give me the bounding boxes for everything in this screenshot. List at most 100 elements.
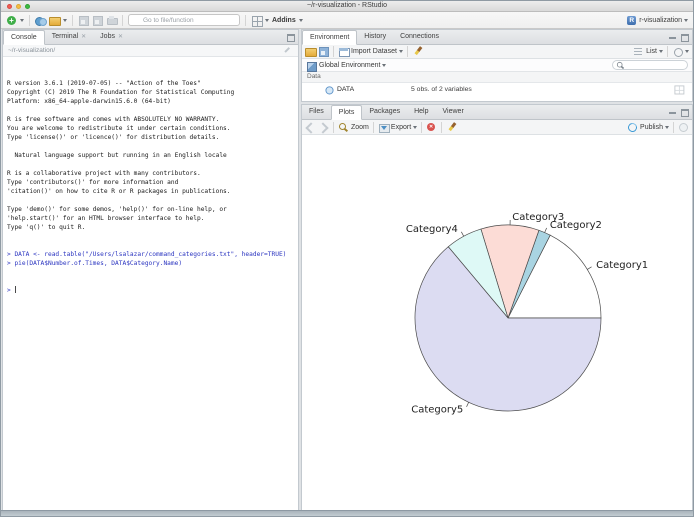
zoom-button[interactable]: Zoom bbox=[351, 124, 369, 131]
tab-packages[interactable]: Packages bbox=[362, 105, 407, 119]
close-icon[interactable]: ✕ bbox=[118, 30, 123, 44]
clear-plots-broom-icon[interactable] bbox=[446, 122, 457, 133]
console-command: > pie(DATA$Number.of.Times, DATA$Categor… bbox=[7, 260, 183, 267]
data-object-icon bbox=[325, 84, 335, 94]
pie-slice-label: Category5 bbox=[411, 405, 463, 416]
publish-dropdown[interactable] bbox=[665, 125, 669, 129]
export-button[interactable]: Export bbox=[391, 124, 411, 131]
object-summary: 5 obs. of 2 variables bbox=[411, 85, 472, 93]
pie-label-tick bbox=[587, 266, 592, 270]
pie-slice-label: Category1 bbox=[596, 260, 648, 271]
print-icon bbox=[106, 15, 118, 26]
save-icon bbox=[78, 15, 89, 26]
tab-environment[interactable]: Environment bbox=[302, 30, 358, 45]
tab-jobs[interactable]: Jobs ✕ bbox=[93, 30, 130, 44]
close-icon[interactable]: ✕ bbox=[81, 30, 86, 44]
console-options-icon[interactable] bbox=[282, 45, 293, 56]
environment-tabstrip: Environment History Connections bbox=[302, 30, 692, 45]
tab-connections[interactable]: Connections bbox=[393, 30, 446, 44]
load-workspace-icon[interactable] bbox=[305, 46, 317, 57]
grid-view-icon[interactable] bbox=[674, 85, 685, 95]
refresh-icon[interactable] bbox=[672, 46, 683, 57]
tab-history[interactable]: History bbox=[357, 30, 393, 44]
cube-icon bbox=[306, 60, 317, 72]
environment-panel: Environment History Connections Import D… bbox=[301, 29, 693, 102]
addins-button[interactable]: Addins bbox=[272, 17, 296, 24]
tab-files[interactable]: Files bbox=[302, 105, 331, 119]
new-project-icon[interactable] bbox=[35, 15, 47, 26]
pie-label-tick bbox=[461, 231, 465, 237]
pie-slice-label: Category3 bbox=[512, 212, 564, 223]
plot-area: Category1 Category2 Category3 Category4 Cate… bbox=[302, 135, 692, 510]
window-bottom-edge bbox=[1, 510, 693, 516]
save-all-icon bbox=[92, 15, 103, 26]
environment-search-input[interactable] bbox=[612, 60, 688, 70]
remove-plot-icon[interactable] bbox=[426, 122, 437, 133]
open-file-icon[interactable] bbox=[49, 15, 61, 26]
environment-scope-bar: Global Environment bbox=[302, 59, 692, 72]
goto-file-input[interactable] bbox=[128, 14, 240, 26]
console-command: > DATA <- read.table("/Users/lsalazar/co… bbox=[7, 251, 287, 258]
gear-icon bbox=[678, 122, 689, 133]
tab-plots[interactable]: Plots bbox=[330, 105, 363, 120]
object-name: DATA bbox=[337, 85, 355, 93]
project-selector[interactable]: r-visualization bbox=[626, 15, 688, 26]
project-name: r-visualization bbox=[639, 16, 682, 24]
publish-button[interactable]: Publish bbox=[640, 124, 663, 131]
text-cursor bbox=[15, 286, 17, 293]
export-dropdown[interactable] bbox=[413, 125, 418, 129]
zoom-icon[interactable] bbox=[338, 122, 349, 133]
environment-toolbar: Import Dataset List bbox=[302, 45, 692, 59]
import-dataset-button[interactable]: Import Dataset bbox=[351, 48, 397, 55]
tab-terminal[interactable]: Terminal ✕ bbox=[45, 30, 93, 44]
search-icon bbox=[616, 61, 625, 70]
publish-icon[interactable] bbox=[627, 122, 638, 133]
maximize-panel-icon[interactable] bbox=[681, 33, 689, 42]
main-toolbar: Addins r-visualization bbox=[1, 12, 693, 29]
pie-label-tick bbox=[466, 402, 469, 407]
pie-slice-label: Category4 bbox=[406, 224, 458, 235]
console-input-lines: > DATA <- read.table("/Users/lsalazar/co… bbox=[7, 250, 294, 268]
console-body[interactable]: R version 3.6.1 (2019-07-05) -- "Action … bbox=[3, 57, 298, 497]
toolbar-separator bbox=[29, 14, 30, 26]
list-view-icon[interactable] bbox=[633, 46, 644, 57]
scope-dropdown[interactable] bbox=[382, 63, 387, 67]
window-title: ~/r-visualization - RStudio bbox=[307, 2, 387, 9]
project-dropdown bbox=[684, 18, 688, 22]
maximize-panel-icon[interactable] bbox=[287, 33, 295, 42]
plots-tabstrip: Files Plots Packages Help Viewer bbox=[302, 105, 692, 120]
console-prompt-line: > bbox=[7, 286, 17, 294]
panes-grid-icon[interactable] bbox=[251, 15, 263, 27]
minimize-panel-icon[interactable] bbox=[669, 33, 677, 41]
list-view-button[interactable]: List bbox=[646, 48, 657, 55]
import-dataset-dropdown[interactable] bbox=[398, 50, 403, 53]
panes-dropdown[interactable] bbox=[265, 18, 269, 22]
export-icon[interactable] bbox=[378, 122, 390, 133]
recent-files-dropdown[interactable] bbox=[63, 18, 67, 22]
refresh-dropdown[interactable] bbox=[685, 50, 689, 53]
environment-scope[interactable]: Global Environment bbox=[319, 62, 380, 69]
next-plot-icon bbox=[318, 122, 329, 133]
new-file-dropdown[interactable] bbox=[20, 18, 24, 22]
console-panel: Console Terminal ✕ Jobs ✕ ~/r-visualizat… bbox=[2, 29, 299, 511]
environment-object-row[interactable]: DATA 5 obs. of 2 variables bbox=[302, 83, 692, 95]
list-view-dropdown[interactable] bbox=[659, 50, 663, 53]
plots-panel: Files Plots Packages Help Viewer Zoom Ex… bbox=[301, 104, 693, 511]
working-directory: ~/r-visualization/ bbox=[8, 47, 56, 54]
new-file-icon[interactable] bbox=[6, 15, 17, 26]
previous-plot-icon bbox=[305, 122, 316, 133]
console-tabstrip: Console Terminal ✕ Jobs ✕ bbox=[3, 30, 298, 45]
console-path-bar: ~/r-visualization/ bbox=[3, 45, 298, 57]
tab-help[interactable]: Help bbox=[407, 105, 435, 119]
maximize-panel-icon[interactable] bbox=[681, 108, 689, 117]
save-workspace-icon[interactable] bbox=[318, 46, 329, 57]
toolbar-separator bbox=[72, 14, 73, 26]
import-table-icon[interactable] bbox=[338, 46, 350, 57]
clear-environment-broom-icon[interactable] bbox=[412, 46, 423, 57]
addins-dropdown[interactable] bbox=[298, 18, 303, 22]
toolbar-separator bbox=[245, 14, 246, 26]
tab-viewer[interactable]: Viewer bbox=[436, 105, 471, 119]
plots-toolbar: Zoom Export Publish bbox=[302, 120, 692, 135]
tab-console[interactable]: Console bbox=[3, 30, 45, 45]
minimize-panel-icon[interactable] bbox=[669, 108, 677, 116]
